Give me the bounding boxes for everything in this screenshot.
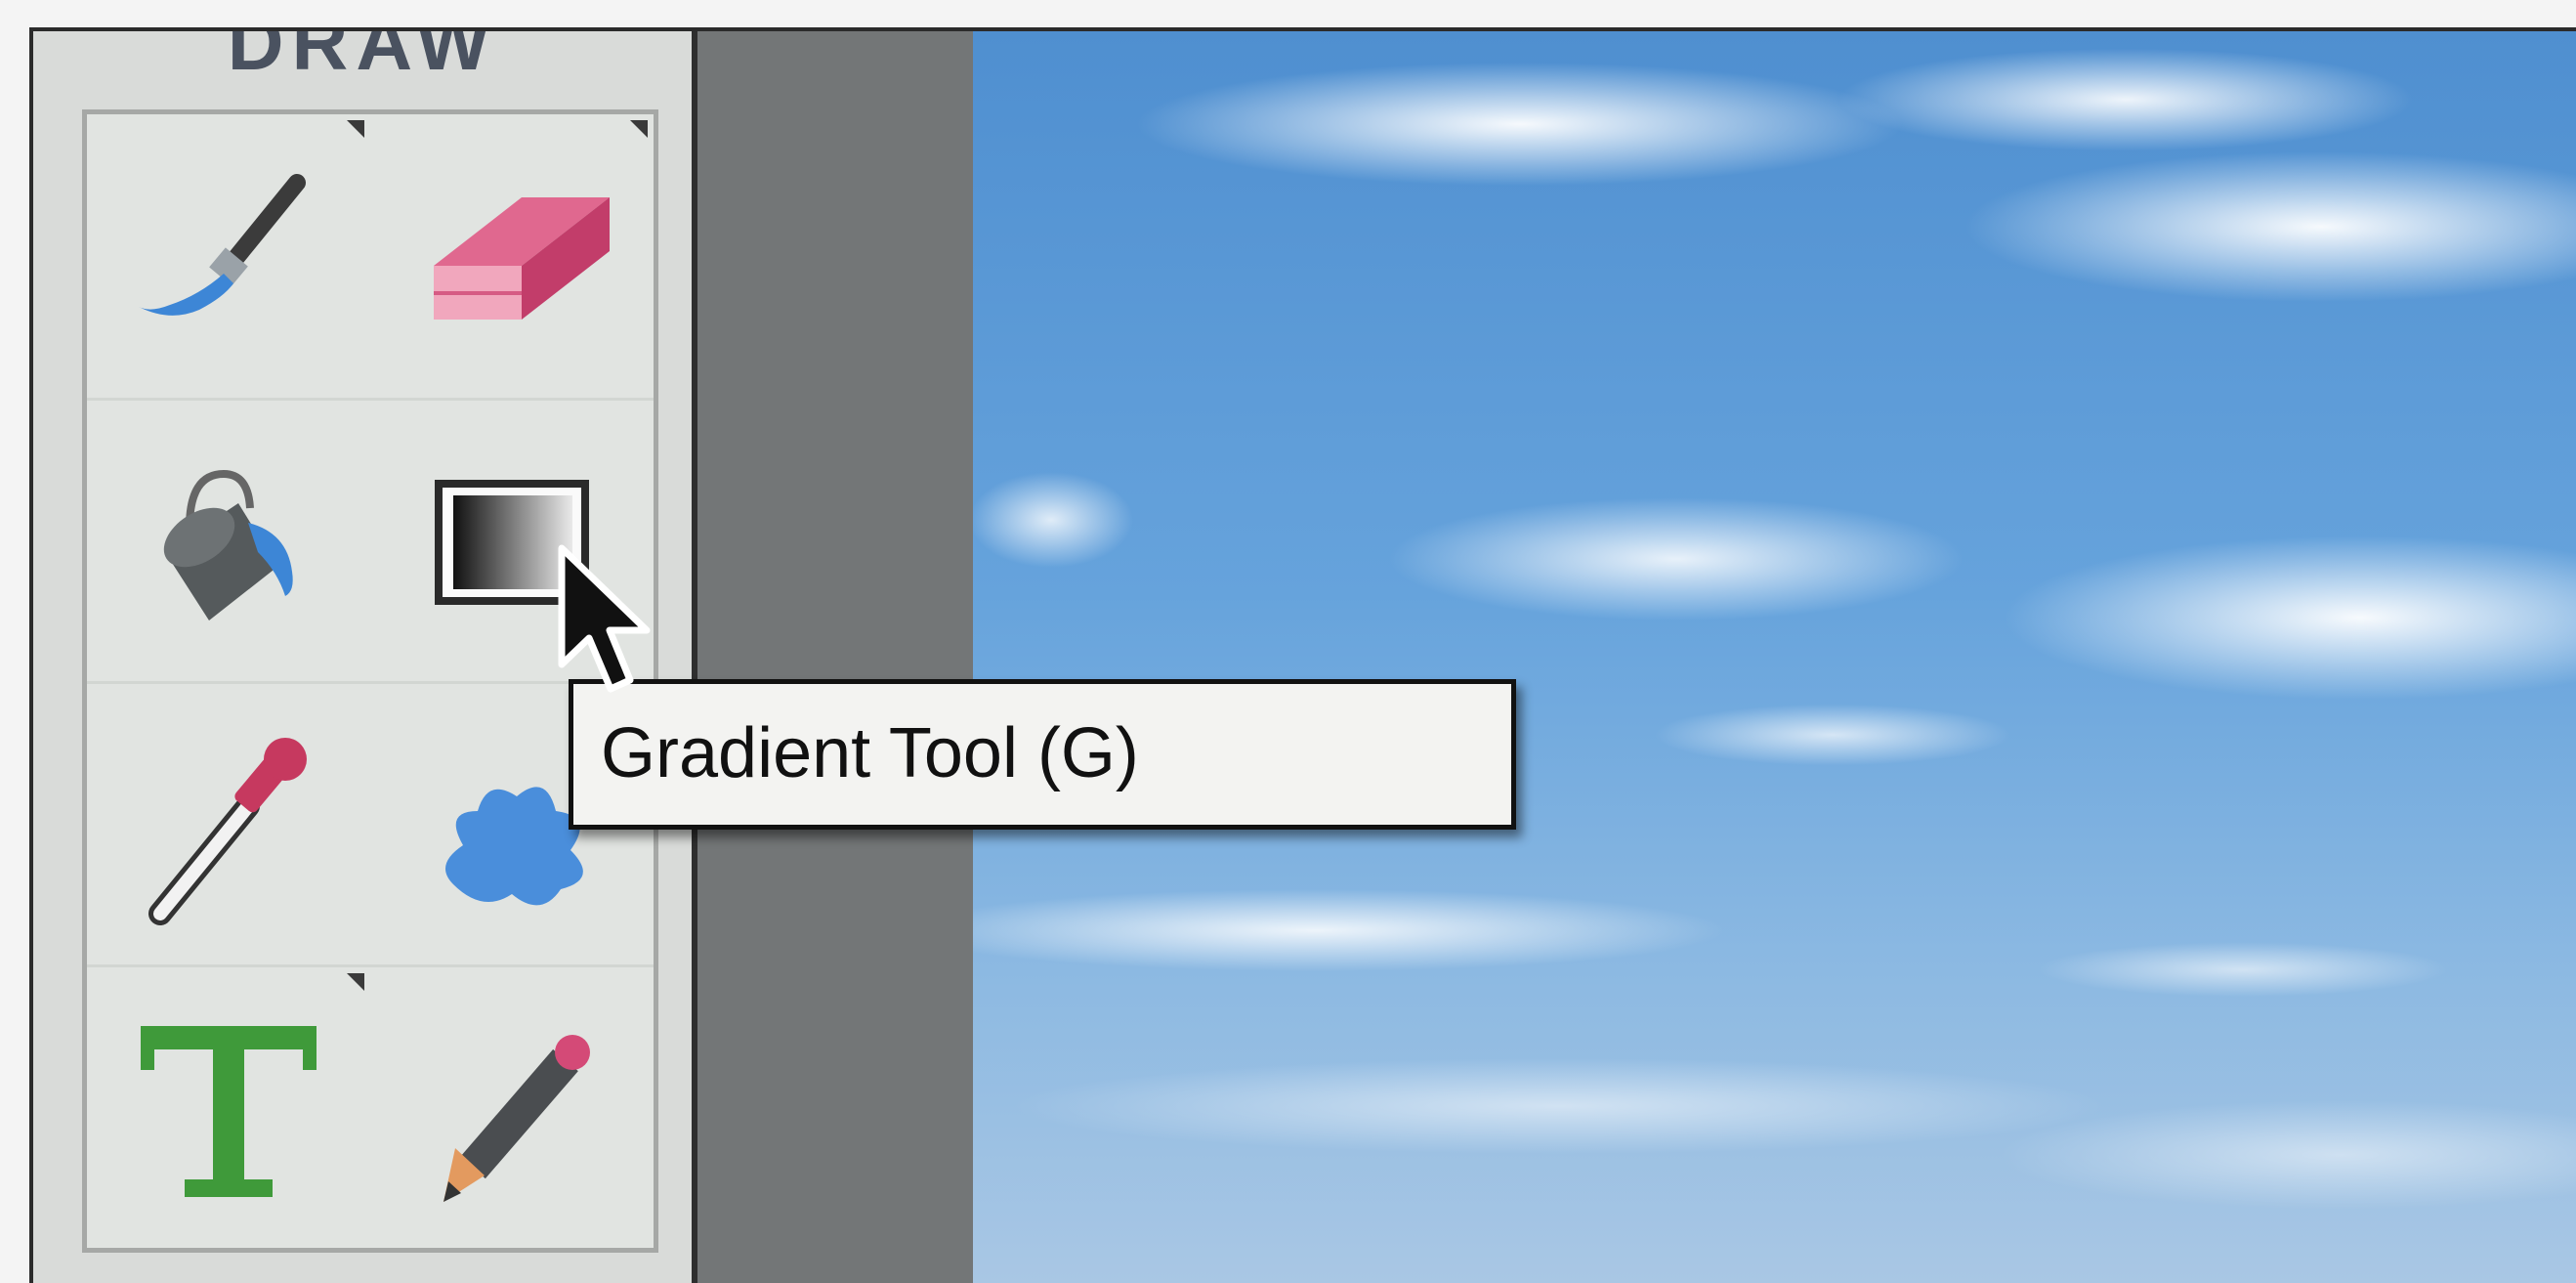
mouse-pointer-icon	[558, 544, 651, 693]
brush-icon	[139, 174, 306, 316]
app-window: DRAW Gradient Tool (G)	[29, 27, 2576, 1283]
gradient-tool-tooltip: Gradient Tool (G)	[569, 679, 1516, 830]
eyedropper-icon	[148, 738, 307, 925]
pencil-icon	[443, 1035, 590, 1202]
type-icon	[141, 1026, 317, 1197]
flyout-indicator-icon	[630, 120, 648, 138]
paint-bucket-tool-button[interactable]	[87, 401, 370, 684]
pencil-tool-button[interactable]	[370, 967, 654, 1251]
type-tool-button[interactable]	[87, 967, 370, 1251]
paint-bucket-icon	[163, 469, 293, 620]
eyedropper-tool-button[interactable]	[87, 684, 370, 967]
eraser-icon	[434, 197, 610, 320]
document-canvas-sky-image[interactable]	[973, 31, 2576, 1283]
flyout-indicator-icon	[347, 120, 364, 138]
tool-row	[87, 114, 654, 398]
panel-gutter	[697, 31, 973, 1283]
brush-tool-button[interactable]	[87, 114, 370, 398]
eraser-tool-button[interactable]	[370, 114, 654, 398]
section-title-draw: DRAW	[227, 27, 498, 86]
tool-row	[87, 964, 654, 1251]
flyout-indicator-icon	[347, 973, 364, 991]
